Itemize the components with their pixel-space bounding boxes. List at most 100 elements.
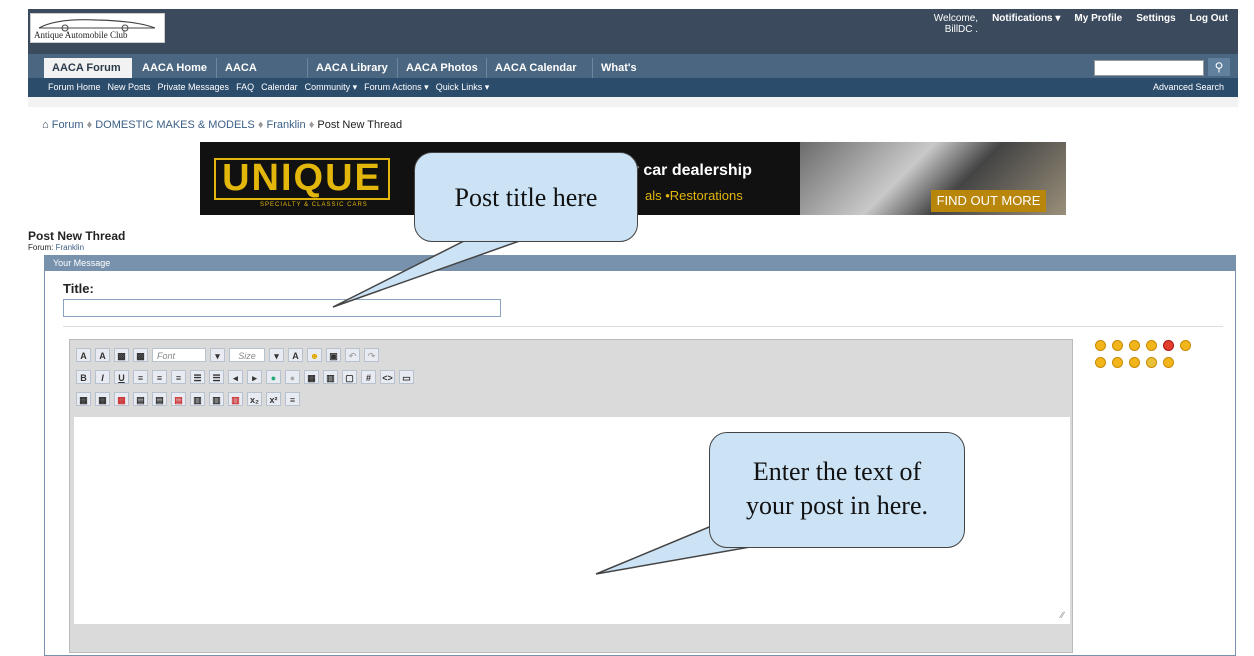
subnav-new-posts[interactable]: New Posts <box>108 82 151 93</box>
my-profile-link[interactable]: My Profile <box>1074 13 1122 35</box>
forum-line: Forum: Franklin <box>28 243 84 252</box>
banner-brand: UNIQUE <box>214 158 390 200</box>
subnav-forum-actions[interactable]: Forum Actions ▾ <box>364 82 429 93</box>
align-left-icon[interactable]: ≡ <box>133 370 148 384</box>
confused-smiley-icon[interactable] <box>1112 357 1123 368</box>
advanced-search-link[interactable]: Advanced Search <box>1153 82 1224 92</box>
col-left-icon[interactable]: ▥ <box>190 392 205 406</box>
size-dropdown-icon[interactable]: ▾ <box>269 348 284 362</box>
html-code-icon[interactable]: <> <box>380 370 395 384</box>
search-icon[interactable]: ⚲ <box>1208 58 1230 76</box>
banner-tagline-2: als •Restorations <box>645 188 743 203</box>
indent-icon[interactable]: ▸ <box>247 370 262 384</box>
welcome-message: Welcome, BillDC . <box>934 13 978 35</box>
remove-format-icon[interactable]: A <box>76 348 91 362</box>
body-hint-line-1: Enter the text of <box>752 457 922 486</box>
subscript-icon[interactable]: x₂ <box>247 392 262 406</box>
username-link[interactable]: BillDC . <box>934 24 978 35</box>
font-select[interactable]: Font <box>152 348 206 362</box>
font-dropdown-icon[interactable]: ▾ <box>210 348 225 362</box>
unordered-list-icon[interactable]: ☰ <box>209 370 224 384</box>
redo-icon[interactable]: ↷ <box>364 348 379 362</box>
table-delete-icon[interactable]: ▦ <box>114 392 129 406</box>
image-icon[interactable]: ▦ <box>304 370 319 384</box>
row-delete-icon[interactable]: ▤ <box>171 392 186 406</box>
clear-format-icon[interactable]: A <box>95 348 110 362</box>
divider <box>63 326 1223 327</box>
underline-icon[interactable]: U <box>114 370 129 384</box>
paste-icon[interactable]: ▩ <box>114 348 129 362</box>
site-logo[interactable]: Antique Automobile Club <box>30 13 165 43</box>
attach-icon[interactable]: ▣ <box>326 348 341 362</box>
tab-aaca-library[interactable]: AACA Library <box>307 58 397 78</box>
undo-icon[interactable]: ↶ <box>345 348 360 362</box>
home-icon[interactable]: ⌂ <box>42 119 49 131</box>
breadcrumb-forum[interactable]: Forum <box>52 119 84 131</box>
text-color-icon[interactable]: A <box>288 348 303 362</box>
smiley-icon[interactable] <box>1146 340 1157 351</box>
forum-link[interactable]: Franklin <box>56 243 84 252</box>
resize-handle-icon[interactable]: ∕∕ <box>1061 610 1064 620</box>
smiley-icon[interactable]: ☻ <box>307 348 322 362</box>
search-input[interactable] <box>1094 60 1204 76</box>
subnav-faq[interactable]: FAQ <box>236 82 254 93</box>
body-hint-callout: Enter the text of your post in here. <box>709 432 965 548</box>
quote-icon[interactable]: ▢ <box>342 370 357 384</box>
align-center-icon[interactable]: ≡ <box>152 370 167 384</box>
logout-link[interactable]: Log Out <box>1190 13 1228 35</box>
table-icon[interactable]: ▦ <box>76 392 91 406</box>
bold-icon[interactable]: B <box>76 370 91 384</box>
link-icon[interactable]: ● <box>266 370 281 384</box>
tab-aaca-calendar[interactable]: AACA Calendar <box>486 58 592 78</box>
smiley-icon[interactable] <box>1180 340 1191 351</box>
cool-smiley-icon[interactable] <box>1146 357 1157 368</box>
strikethrough-icon[interactable]: ≡ <box>285 392 300 406</box>
col-delete-icon[interactable]: ▥ <box>228 392 243 406</box>
code-hash-icon[interactable]: # <box>361 370 376 384</box>
subnav-private-messages[interactable]: Private Messages <box>158 82 230 93</box>
video-icon[interactable]: ▥ <box>323 370 338 384</box>
message-panel: Your Message Title: A A ▩ ▩ Font ▾ Size … <box>44 255 1236 656</box>
panel-title: Your Message <box>45 256 1235 271</box>
breadcrumb-domestic[interactable]: DOMESTIC MAKES & MODELS <box>95 119 255 131</box>
smiley-icon[interactable] <box>1129 340 1140 351</box>
find-out-more-button[interactable]: FIND OUT MORE <box>931 190 1046 212</box>
ordered-list-icon[interactable]: ☰ <box>190 370 205 384</box>
banner-brand-sub: SPECIALTY & CLASSIC CARS <box>260 202 368 208</box>
welcome-label: Welcome, <box>933 13 979 24</box>
top-header: Antique Automobile Club Welcome, BillDC … <box>28 9 1238 54</box>
row-below-icon[interactable]: ▤ <box>152 392 167 406</box>
col-right-icon[interactable]: ▥ <box>209 392 224 406</box>
angry-smiley-icon[interactable] <box>1163 340 1174 351</box>
size-select[interactable]: Size <box>229 348 265 362</box>
smiley-icon[interactable] <box>1129 357 1140 368</box>
superscript-icon[interactable]: x² <box>266 392 281 406</box>
settings-link[interactable]: Settings <box>1136 13 1175 35</box>
italic-icon[interactable]: I <box>95 370 110 384</box>
smiley-icon[interactable] <box>1163 357 1174 368</box>
php-code-icon[interactable]: ▭ <box>399 370 414 384</box>
smiley-icon[interactable] <box>1112 340 1123 351</box>
subnav-quick-links[interactable]: Quick Links ▾ <box>436 82 490 93</box>
tab-aaca-forum[interactable]: AACA Forum <box>44 58 132 78</box>
smiley-icon[interactable] <box>1095 340 1106 351</box>
tab-whats-new[interactable]: What's New? <box>592 58 674 94</box>
subnav-community[interactable]: Community ▾ <box>305 82 358 93</box>
unlink-icon[interactable]: ● <box>285 370 300 384</box>
subnav-calendar[interactable]: Calendar <box>261 82 298 93</box>
align-right-icon[interactable]: ≡ <box>171 370 186 384</box>
paste-text-icon[interactable]: ▩ <box>133 348 148 362</box>
tab-aaca-photos[interactable]: AACA Photos <box>397 58 486 78</box>
outdent-icon[interactable]: ◂ <box>228 370 243 384</box>
row-above-icon[interactable]: ▤ <box>133 392 148 406</box>
table-insert-icon[interactable]: ▦ <box>95 392 110 406</box>
smiley-icon[interactable] <box>1095 357 1106 368</box>
breadcrumb-franklin[interactable]: Franklin <box>267 119 306 131</box>
breadcrumb-separator-icon: ♦ <box>86 119 96 131</box>
smilies-panel <box>1095 340 1205 368</box>
title-field[interactable] <box>63 299 501 317</box>
subnav-forum-home[interactable]: Forum Home <box>48 82 101 93</box>
notifications-menu[interactable]: Notifications ▾ <box>992 13 1060 35</box>
tab-aaca-home[interactable]: AACA Home <box>134 58 216 78</box>
tab-aaca-museum[interactable]: AACA Museum <box>216 58 307 94</box>
